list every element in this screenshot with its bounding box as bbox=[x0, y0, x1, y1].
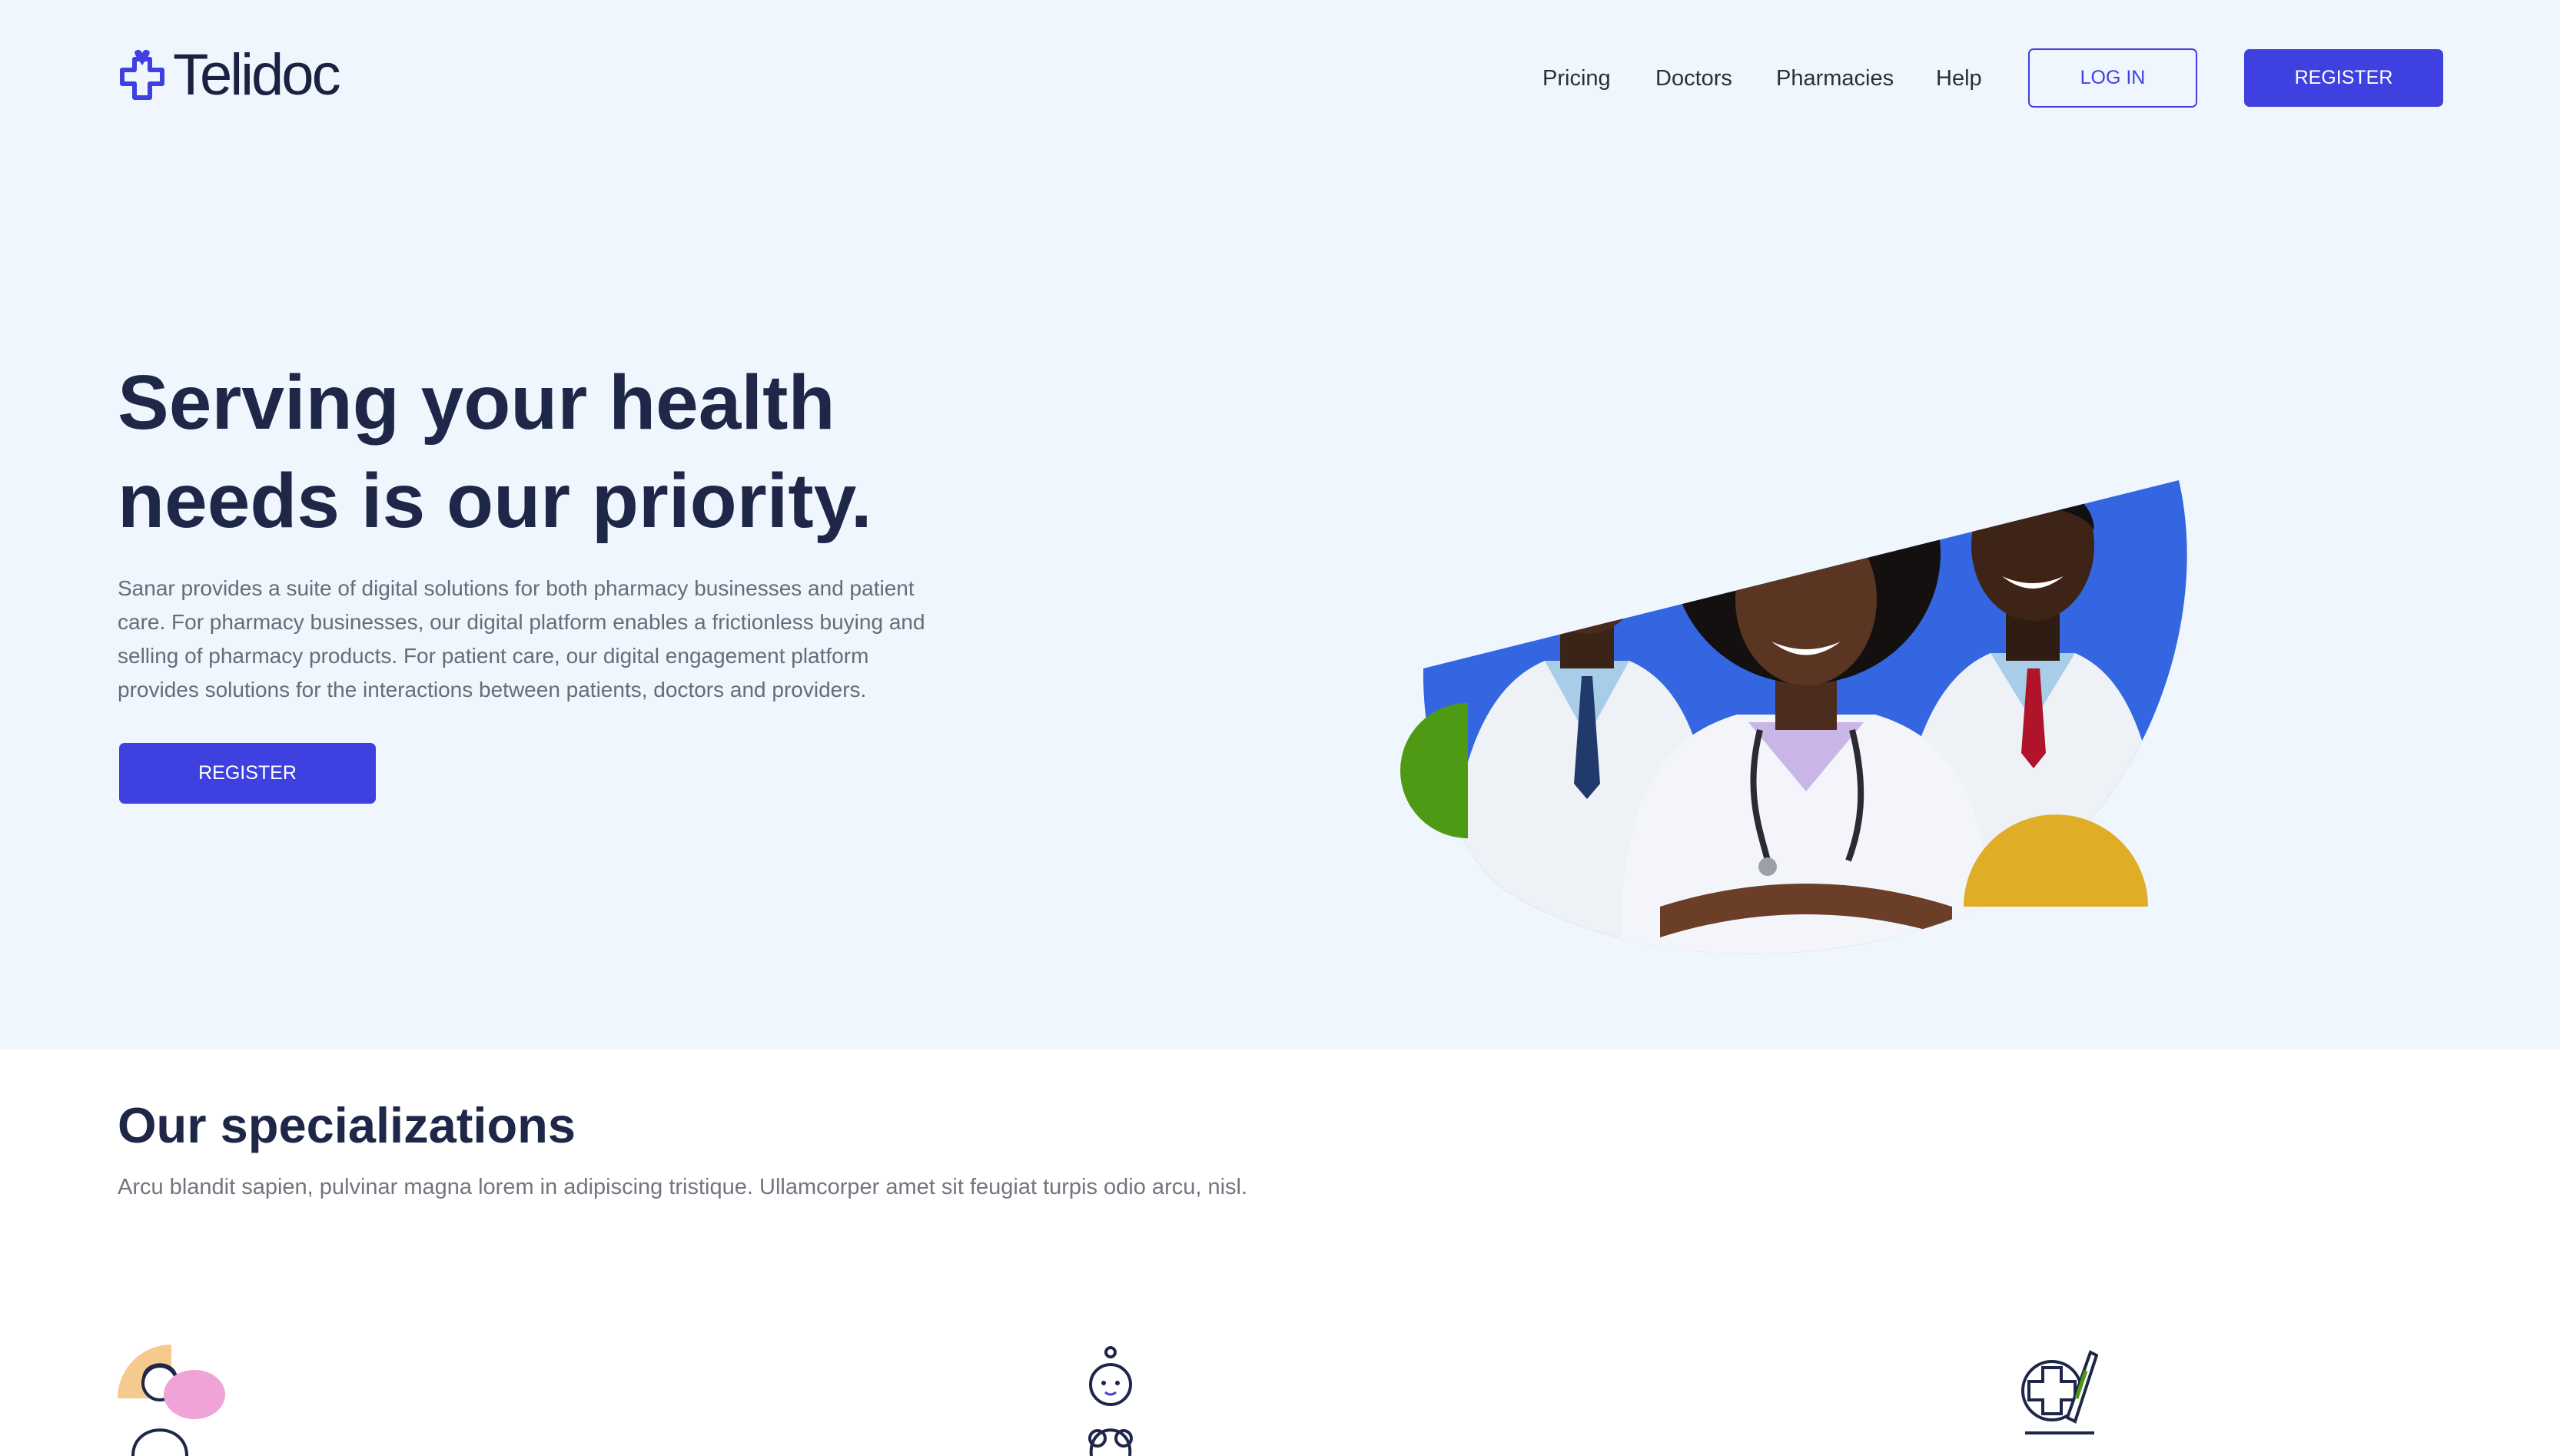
nav-help[interactable]: Help bbox=[1936, 65, 1982, 92]
header-register-button[interactable]: REGISTER bbox=[2244, 49, 2443, 107]
specializations-subtitle: Arcu blandit sapien, pulvinar magna lore… bbox=[118, 1175, 1248, 1199]
hero-title-line2: needs is our priority. bbox=[118, 458, 872, 544]
specializations-title: Our specializations bbox=[118, 1097, 576, 1153]
nav-pricing[interactable]: Pricing bbox=[1542, 65, 1611, 92]
baby-pediatrics-icon bbox=[1088, 1346, 1133, 1456]
nav-doctors[interactable]: Doctors bbox=[1655, 65, 1732, 92]
hero-description: Sanar provides a suite of digital soluti… bbox=[118, 576, 925, 701]
hero-title: Serving your health needs is our priorit… bbox=[118, 353, 1040, 550]
green-accent-shape bbox=[1400, 703, 1468, 838]
medical-cross-logo-icon bbox=[120, 49, 164, 100]
hero-doctors-illustration bbox=[1400, 480, 2187, 954]
nav-pharmacies[interactable]: Pharmacies bbox=[1776, 65, 1894, 92]
brand-name: Telidoc bbox=[173, 42, 341, 108]
brand-logo[interactable]: Telidoc bbox=[118, 42, 341, 108]
login-button[interactable]: LOG IN bbox=[2028, 48, 2197, 108]
medical-record-pen-icon bbox=[2021, 1350, 2098, 1434]
hero-register-button[interactable]: REGISTER bbox=[119, 743, 376, 804]
hero-title-line1: Serving your health bbox=[118, 360, 835, 446]
doctor-consultation-icon bbox=[118, 1345, 225, 1456]
